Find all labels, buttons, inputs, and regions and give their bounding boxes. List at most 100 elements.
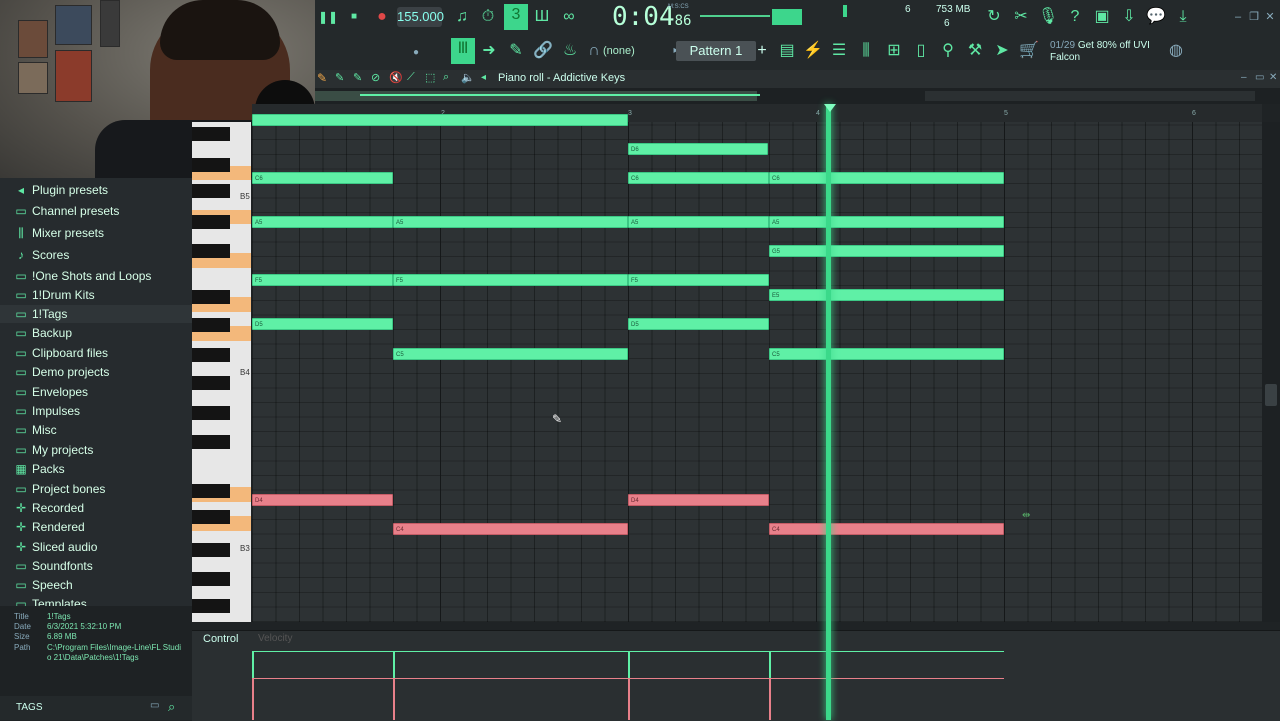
velocity-bar[interactable]	[393, 651, 395, 678]
file-icon[interactable]: ▯	[910, 40, 932, 62]
search-icon[interactable]: ⌕	[168, 699, 175, 715]
note-ghost[interactable]: C4	[769, 523, 1004, 535]
browser-item-15[interactable]: ▭ Project bones	[14, 480, 105, 498]
note[interactable]: A5	[769, 216, 1004, 228]
paint-icon[interactable]: ✎	[335, 71, 344, 84]
playlist-icon[interactable]: ▤	[776, 40, 798, 62]
browser-item-1[interactable]: ▭ Channel presets	[14, 202, 119, 220]
black-key[interactable]	[192, 376, 230, 390]
browser-icon[interactable]: ⊞	[883, 40, 905, 62]
control-label[interactable]: Control	[203, 633, 238, 645]
close-icon[interactable]: ✕	[1259, 6, 1280, 28]
mute-tool-icon[interactable]: 🔇	[389, 71, 403, 84]
cart-icon[interactable]: 🛒	[1018, 40, 1040, 62]
browser-item-20[interactable]: ▭ Speech	[14, 576, 72, 594]
tools-icon[interactable]: ⚒	[964, 40, 986, 62]
black-key[interactable]	[192, 348, 230, 362]
note[interactable]: D5	[628, 318, 769, 330]
black-key[interactable]	[192, 127, 230, 141]
undo-icon[interactable]: ↻	[983, 6, 1005, 28]
black-key[interactable]	[192, 543, 230, 557]
piano-keyboard[interactable]: B5 B4 B3	[192, 122, 251, 622]
arrow-icon[interactable]: ➜	[478, 40, 500, 62]
note[interactable]: F5	[252, 274, 393, 286]
export-icon[interactable]: ⇩	[1118, 6, 1140, 28]
velocity-bar[interactable]	[628, 678, 630, 720]
step-edit-icon[interactable]: Ш	[531, 6, 553, 28]
mic-icon[interactable]: 🎙	[1037, 6, 1059, 28]
note[interactable]: F5	[628, 274, 769, 286]
browser-item-21[interactable]: ▭ Templates	[14, 595, 86, 606]
stop-button[interactable]: ■	[343, 6, 365, 28]
close-icon[interactable]: ✕	[1269, 72, 1277, 83]
black-key[interactable]	[192, 510, 230, 524]
vertical-scrollbar[interactable]	[1262, 122, 1280, 622]
browser-item-9[interactable]: ▭ Demo projects	[14, 363, 109, 381]
note[interactable]: A5	[628, 216, 769, 228]
black-key[interactable]	[192, 406, 230, 420]
piano-roll-mode-button[interactable]: Ⅲ	[451, 38, 475, 64]
note-partial[interactable]	[252, 114, 628, 126]
velocity-label[interactable]: Velocity	[258, 633, 292, 644]
pause-button[interactable]: ❚❚	[317, 6, 339, 28]
velocity-bar[interactable]	[252, 678, 254, 720]
note[interactable]: C6	[252, 172, 393, 184]
minimize-icon[interactable]: –	[1241, 72, 1247, 83]
help-icon[interactable]: ?	[1064, 6, 1086, 28]
browser-item-18[interactable]: ✛ Sliced audio	[14, 538, 97, 556]
pencil-icon[interactable]: ✎	[317, 71, 327, 85]
browser-item-19[interactable]: ▭ Soundfonts	[14, 557, 92, 575]
zoom-icon[interactable]: ⌕	[443, 71, 449, 84]
graph-icon[interactable]: ⚡	[802, 40, 824, 62]
magnet-icon[interactable]: ∩	[583, 40, 605, 62]
velocity-bar[interactable]	[769, 651, 771, 678]
browser-item-3[interactable]: ♪ Scores	[14, 246, 69, 264]
chat-icon[interactable]: 💬	[1145, 6, 1167, 28]
browser-item-16[interactable]: ✛ Recorded	[14, 499, 84, 517]
download-icon[interactable]: ⤓	[1172, 6, 1194, 28]
plugin-icon[interactable]: ⚲	[937, 40, 959, 62]
browser-item-13[interactable]: ▭ My projects	[14, 441, 93, 459]
link-icon[interactable]: 🔗	[532, 40, 554, 62]
select-icon[interactable]: ⬚	[425, 71, 435, 84]
browser-item-6[interactable]: ▭ 1!Tags	[0, 305, 192, 323]
note[interactable]: C5	[769, 348, 1004, 360]
master-pitch-knob-icon[interactable]: ●	[405, 42, 427, 64]
note[interactable]: A5	[393, 216, 628, 228]
browser-item-10[interactable]: ▭ Envelopes	[14, 383, 88, 401]
black-key[interactable]	[192, 244, 230, 258]
maximize-icon[interactable]: ▭	[1255, 72, 1264, 83]
black-key[interactable]	[192, 599, 230, 613]
browser-item-17[interactable]: ✛ Rendered	[14, 518, 85, 536]
velocity-bar[interactable]	[252, 651, 254, 678]
slice-icon[interactable]: ⟋	[407, 71, 415, 84]
note[interactable]: C5	[393, 348, 628, 360]
note[interactable]: D6	[628, 143, 768, 155]
note[interactable]: C6	[769, 172, 1004, 184]
send-icon[interactable]: ➤	[991, 40, 1013, 62]
browser-item-5[interactable]: ▭ 1!Drum Kits	[14, 286, 94, 304]
tempo-display[interactable]: 155.000	[397, 7, 444, 27]
note-ghost[interactable]: C4	[393, 523, 628, 535]
delete-icon[interactable]: ⊘	[371, 71, 380, 84]
velocity-bar[interactable]	[628, 651, 630, 678]
news-ticker[interactable]: 01/29 Get 80% off UVI Falcon	[1050, 40, 1150, 64]
black-key[interactable]	[192, 290, 230, 304]
note[interactable]: G5	[769, 245, 1004, 257]
stamp-tool-icon[interactable]: ✎	[353, 71, 362, 84]
note[interactable]: A5	[252, 216, 393, 228]
playhead-marker-icon[interactable]	[824, 104, 836, 112]
browser-item-12[interactable]: ▭ Misc	[14, 421, 56, 439]
black-key[interactable]	[192, 215, 230, 229]
playhead[interactable]	[826, 104, 831, 720]
browser-item-0[interactable]: ◂ Plugin presets	[14, 181, 108, 199]
wait-input-icon[interactable]: ⏱	[477, 6, 499, 28]
save-icon[interactable]: ▣	[1091, 6, 1113, 28]
speaker-icon[interactable]: 🔈	[461, 71, 475, 84]
countdown-button[interactable]: 3	[504, 4, 528, 30]
black-key[interactable]	[192, 435, 230, 449]
scissors-icon[interactable]: ✂	[1010, 6, 1032, 28]
black-key[interactable]	[192, 184, 230, 198]
black-key[interactable]	[192, 484, 230, 498]
horizontal-overview-scrollbar[interactable]	[315, 88, 1280, 104]
